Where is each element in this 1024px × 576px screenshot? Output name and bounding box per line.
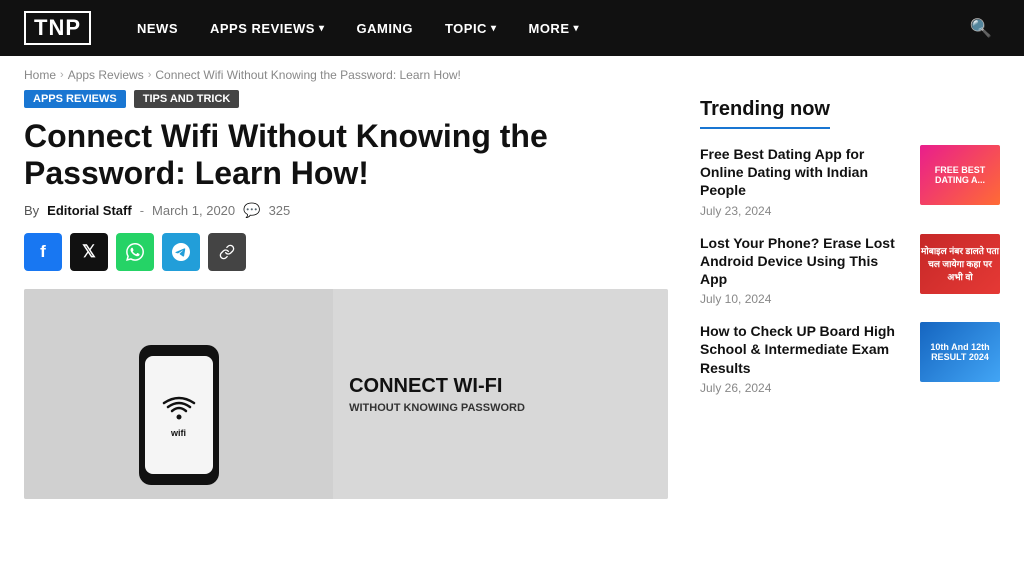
image-subtitle: WITHOUT KNOWING PASSWORD: [349, 402, 525, 414]
trending-title: Trending now: [700, 98, 1000, 133]
trending-item-thumbnail[interactable]: 10th And 12th RESULT 2024: [920, 322, 1000, 382]
breadcrumb-current: Connect Wifi Without Knowing the Passwor…: [155, 68, 460, 82]
trending-item-title[interactable]: Free Best Dating App for Online Dating w…: [700, 145, 908, 200]
share-whatsapp-button[interactable]: [116, 233, 154, 271]
trending-item: How to Check UP Board High School & Inte…: [700, 322, 1000, 395]
breadcrumb: Home › Apps Reviews › Connect Wifi Witho…: [0, 56, 1024, 90]
chevron-down-icon: ▾: [573, 23, 579, 34]
navbar: TNP NEWS APPS REVIEWS ▾ GAMING TOPIC ▾ M…: [0, 0, 1024, 56]
meta-dash: -: [140, 203, 144, 218]
by-label: By: [24, 203, 39, 218]
phone-screen: wifi: [145, 356, 213, 474]
nav-news[interactable]: NEWS: [123, 0, 192, 56]
share-twitter-button[interactable]: 𝕏: [70, 233, 108, 271]
tag-apps-reviews[interactable]: Apps Reviews: [24, 90, 126, 108]
trending-item-thumbnail[interactable]: FREE BEST DATING A...: [920, 145, 1000, 205]
breadcrumb-home[interactable]: Home: [24, 68, 56, 82]
image-left-panel: wifi: [24, 289, 333, 499]
chevron-down-icon: ▾: [319, 23, 325, 34]
tag-row: Apps Reviews Tips And Trick: [24, 90, 668, 108]
breadcrumb-separator: ›: [148, 69, 152, 81]
social-share-row: f 𝕏: [24, 233, 668, 271]
site-logo[interactable]: TNP: [24, 11, 91, 45]
share-copy-link-button[interactable]: [208, 233, 246, 271]
trending-item-text: Lost Your Phone? Erase Lost Android Devi…: [700, 234, 908, 307]
search-icon[interactable]: 🔍: [962, 18, 1000, 39]
trending-item-date: July 26, 2024: [700, 381, 908, 395]
article-title: Connect Wifi Without Knowing the Passwor…: [24, 118, 668, 192]
article-meta: By Editorial Staff - March 1, 2020 💬 325: [24, 202, 668, 219]
main-content: Apps Reviews Tips And Trick Connect Wifi…: [24, 90, 668, 499]
tag-tips[interactable]: Tips And Trick: [134, 90, 240, 108]
article-featured-image: wifi CONNECT WI-FI WITHOUT KNOWING PASSW…: [24, 289, 668, 499]
wifi-text-label: wifi: [171, 428, 186, 438]
trending-item-thumbnail[interactable]: मोबाइल नंबर डालते पता चल जायेगा कहा पर अ…: [920, 234, 1000, 294]
author-name[interactable]: Editorial Staff: [47, 203, 132, 218]
nav-links: NEWS APPS REVIEWS ▾ GAMING TOPIC ▾ MORE …: [123, 0, 954, 56]
comment-icon: 💬: [243, 202, 260, 219]
trending-item-title[interactable]: How to Check UP Board High School & Inte…: [700, 322, 908, 377]
share-facebook-button[interactable]: f: [24, 233, 62, 271]
image-right-panel: CONNECT WI-FI WITHOUT KNOWING PASSWORD: [333, 289, 668, 499]
publish-date: March 1, 2020: [152, 203, 235, 218]
trending-item-date: July 10, 2024: [700, 292, 908, 306]
trending-item-text: Free Best Dating App for Online Dating w…: [700, 145, 908, 218]
phone-illustration: wifi: [139, 345, 219, 485]
trending-item: Lost Your Phone? Erase Lost Android Devi…: [700, 234, 1000, 307]
image-title: CONNECT WI-FI: [349, 374, 502, 398]
nav-gaming[interactable]: GAMING: [343, 0, 427, 56]
comment-count: 325: [269, 203, 291, 218]
trending-item-date: July 23, 2024: [700, 204, 908, 218]
nav-apps-reviews[interactable]: APPS REVIEWS ▾: [196, 0, 339, 56]
trending-item-title[interactable]: Lost Your Phone? Erase Lost Android Devi…: [700, 234, 908, 289]
chevron-down-icon: ▾: [491, 23, 497, 34]
page-body: Apps Reviews Tips And Trick Connect Wifi…: [0, 90, 1024, 499]
trending-item: Free Best Dating App for Online Dating w…: [700, 145, 1000, 218]
nav-more[interactable]: MORE ▾: [514, 0, 593, 56]
breadcrumb-apps-reviews[interactable]: Apps Reviews: [68, 68, 144, 82]
share-telegram-button[interactable]: [162, 233, 200, 271]
sidebar: Trending now Free Best Dating App for On…: [700, 90, 1000, 499]
breadcrumb-separator: ›: [60, 69, 64, 81]
trending-item-text: How to Check UP Board High School & Inte…: [700, 322, 908, 395]
nav-topic[interactable]: TOPIC ▾: [431, 0, 511, 56]
trending-list: Free Best Dating App for Online Dating w…: [700, 145, 1000, 395]
